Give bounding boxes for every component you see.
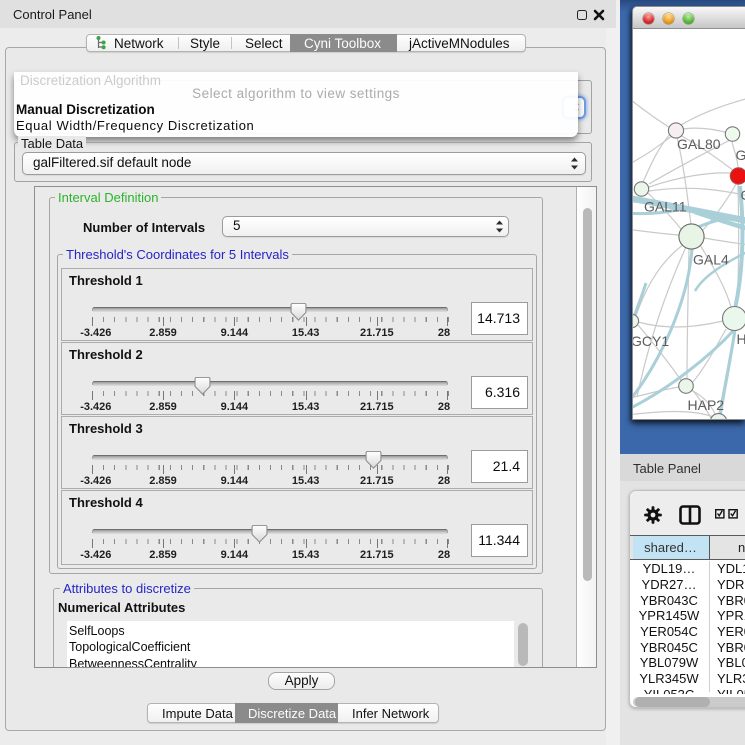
svg-text:GCY1: GCY1 [633,333,669,349]
svg-text:H: H [737,331,745,347]
svg-text:GAL80: GAL80 [677,136,721,152]
svg-text:GAL4: GAL4 [693,252,729,268]
svg-text:HAP2: HAP2 [688,397,725,413]
svg-text:GA: GA [736,147,745,163]
svg-text:C: C [741,187,745,203]
svg-text:GAL11: GAL11 [644,199,687,215]
